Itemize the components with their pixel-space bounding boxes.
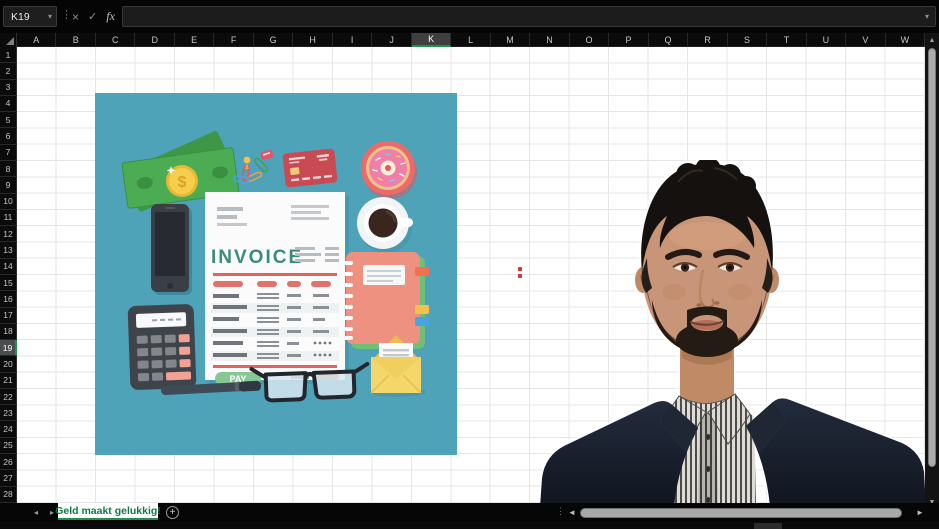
insert-function-icon[interactable]: fx: [106, 9, 115, 24]
column-header-T[interactable]: T: [767, 33, 806, 47]
row-header-10[interactable]: 10: [0, 194, 17, 210]
calculator-illustration: [128, 304, 197, 390]
vertical-scrollbar[interactable]: ▲ ▼: [925, 33, 939, 510]
column-header-B[interactable]: B: [56, 33, 95, 47]
row-header-14[interactable]: 14: [0, 259, 17, 275]
column-header-D[interactable]: D: [135, 33, 174, 47]
sheet-prev-icon[interactable]: ◂: [34, 503, 38, 522]
row-header-8[interactable]: 8: [0, 161, 17, 177]
column-header-O[interactable]: O: [570, 33, 609, 47]
row-header-27[interactable]: 27: [0, 470, 17, 486]
column-header-C[interactable]: C: [96, 33, 135, 47]
select-all-triangle-icon: [6, 37, 14, 45]
row-header-22[interactable]: 22: [0, 389, 17, 405]
column-header-G[interactable]: G: [254, 33, 293, 47]
column-header-S[interactable]: S: [728, 33, 767, 47]
row-header-7[interactable]: 7: [0, 145, 17, 161]
column-header-W[interactable]: W: [886, 33, 925, 47]
row-headers: 1234567891011121314151617181920212223242…: [0, 47, 17, 503]
column-header-A[interactable]: A: [17, 33, 56, 47]
row-header-23[interactable]: 23: [0, 405, 17, 421]
add-sheet-button[interactable]: +: [166, 506, 179, 519]
smartphone-illustration: [151, 204, 192, 295]
row-header-28[interactable]: 28: [0, 487, 17, 503]
sheet-tab-bar: ◂ ▸ Geld maakt gelukkig! + ⋮ ◄ ►: [0, 503, 939, 522]
row-header-25[interactable]: 25: [0, 438, 17, 454]
select-all-button[interactable]: [0, 33, 17, 47]
column-header-M[interactable]: M: [491, 33, 530, 47]
row-header-19[interactable]: 19: [0, 340, 17, 356]
credit-card-illustration: [282, 148, 337, 187]
column-header-R[interactable]: R: [688, 33, 727, 47]
column-header-K[interactable]: K: [412, 33, 451, 47]
status-bar-segment: [754, 523, 782, 529]
sheet-next-icon[interactable]: ▸: [50, 503, 54, 522]
row-header-17[interactable]: 17: [0, 308, 17, 324]
formula-bar-chrome: K19 ▾ ⋮ × ✓ fx ▾: [0, 0, 939, 33]
sheet-tab-label: Geld maakt gelukkig!: [55, 505, 161, 517]
column-header-H[interactable]: H: [293, 33, 332, 47]
name-box[interactable]: K19 ▾: [3, 6, 57, 27]
row-header-16[interactable]: 16: [0, 291, 17, 307]
name-box-value: K19: [11, 11, 30, 23]
row-header-3[interactable]: 3: [0, 80, 17, 96]
horizontal-scrollbar-thumb[interactable]: [580, 508, 902, 518]
red-colon-mark: [518, 267, 522, 281]
row-header-1[interactable]: 1: [0, 47, 17, 63]
row-header-18[interactable]: 18: [0, 324, 17, 340]
row-header-2[interactable]: 2: [0, 63, 17, 79]
column-header-Q[interactable]: Q: [649, 33, 688, 47]
formula-expand-chevron-icon[interactable]: ▾: [925, 12, 929, 21]
enter-icon[interactable]: ✓: [88, 10, 97, 23]
row-header-9[interactable]: 9: [0, 177, 17, 193]
column-header-V[interactable]: V: [846, 33, 885, 47]
column-header-L[interactable]: L: [451, 33, 490, 47]
row-header-5[interactable]: 5: [0, 112, 17, 128]
column-header-J[interactable]: J: [372, 33, 411, 47]
cancel-icon[interactable]: ×: [72, 10, 79, 24]
scroll-left-icon[interactable]: ◄: [568, 503, 576, 522]
row-header-15[interactable]: 15: [0, 275, 17, 291]
excel-window: K19 ▾ ⋮ × ✓ fx ▾ ABCDEFGHIJKLMNOPQRSTUVW…: [0, 0, 939, 529]
column-header-track: ABCDEFGHIJKLMNOPQRSTUVW: [17, 33, 925, 46]
row-header-20[interactable]: 20: [0, 356, 17, 372]
row-header-24[interactable]: 24: [0, 421, 17, 437]
coin-dollar-symbol: $: [178, 174, 187, 191]
notebook-illustration: [340, 252, 429, 349]
status-bar: [0, 522, 939, 529]
column-header-F[interactable]: F: [214, 33, 253, 47]
column-header-I[interactable]: I: [333, 33, 372, 47]
row-header-13[interactable]: 13: [0, 242, 17, 258]
column-header-E[interactable]: E: [175, 33, 214, 47]
scroll-up-icon[interactable]: ▲: [925, 34, 939, 47]
chevron-down-icon[interactable]: ▾: [48, 12, 52, 21]
scrollbar-splitter-dots-icon[interactable]: ⋮: [556, 506, 565, 517]
row-header-12[interactable]: 12: [0, 226, 17, 242]
drag-dots-icon: ⋮: [61, 8, 72, 21]
invoice-illustration-picture[interactable]: $: [95, 93, 457, 455]
column-header-N[interactable]: N: [530, 33, 569, 47]
row-header-6[interactable]: 6: [0, 128, 17, 144]
column-header-U[interactable]: U: [807, 33, 846, 47]
vertical-scrollbar-thumb[interactable]: [928, 48, 936, 467]
row-header-4[interactable]: 4: [0, 96, 17, 112]
presenter-overlay: [540, 160, 926, 507]
invoice-paper-illustration: INVOICE: [205, 192, 349, 385]
column-headers: ABCDEFGHIJKLMNOPQRSTUVW: [0, 33, 925, 47]
row-header-21[interactable]: 21: [0, 373, 17, 389]
row-header-11[interactable]: 11: [0, 210, 17, 226]
sheet-tab-active[interactable]: Geld maakt gelukkig!: [58, 503, 158, 520]
formula-input[interactable]: ▾: [122, 6, 936, 27]
row-header-26[interactable]: 26: [0, 454, 17, 470]
scroll-right-icon[interactable]: ►: [916, 503, 924, 522]
column-header-P[interactable]: P: [609, 33, 648, 47]
invoice-title-text: INVOICE: [211, 247, 303, 268]
